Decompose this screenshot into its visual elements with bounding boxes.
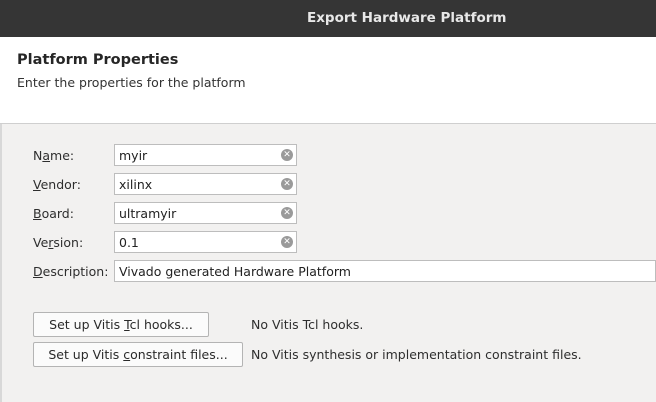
board-value: ultramyir	[119, 206, 177, 221]
name-value: myir	[119, 148, 148, 163]
window-title: Export Hardware Platform	[307, 10, 507, 26]
description-input[interactable]: Vivado generated Hardware Platform	[114, 260, 656, 282]
setup-constraint-files-button[interactable]: Set up Vitis constraint files...	[33, 342, 243, 367]
version-label: Version:	[33, 235, 84, 250]
clear-icon[interactable]: ✕	[281, 178, 293, 190]
clear-icon[interactable]: ✕	[281, 149, 293, 161]
description-value: Vivado generated Hardware Platform	[119, 264, 351, 279]
setup-tcl-hooks-button[interactable]: Set up Vitis Tcl hooks...	[33, 312, 209, 337]
title-bar: Export Hardware Platform	[0, 0, 656, 37]
wizard-header: Platform Properties Enter the properties…	[0, 37, 656, 124]
name-label: Name:	[33, 148, 75, 163]
description-label: Description:	[33, 264, 109, 279]
clear-icon[interactable]: ✕	[281, 207, 293, 219]
page-heading: Platform Properties	[17, 52, 179, 68]
name-input[interactable]: myir ✕	[114, 144, 297, 166]
tcl-hooks-status: No Vitis Tcl hooks.	[251, 317, 364, 332]
vendor-input[interactable]: xilinx ✕	[114, 173, 297, 195]
clear-icon[interactable]: ✕	[281, 236, 293, 248]
version-value: 0.1	[119, 235, 139, 250]
board-input[interactable]: ultramyir ✕	[114, 202, 297, 224]
vendor-value: xilinx	[119, 177, 153, 192]
version-input[interactable]: 0.1 ✕	[114, 231, 297, 253]
board-label: Board:	[33, 206, 74, 221]
constraint-files-status: No Vitis synthesis or implementation con…	[251, 347, 582, 362]
page-subtitle: Enter the properties for the platform	[17, 75, 246, 90]
vendor-label: Vendor:	[33, 177, 81, 192]
